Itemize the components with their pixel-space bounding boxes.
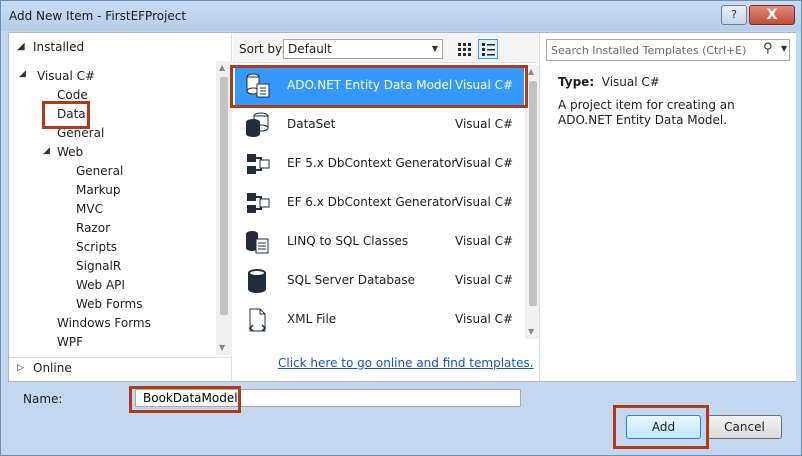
window-title: Add New Item - FirstEFProject [9,9,187,23]
add-new-item-dialog: Add New Item - FirstEFProject ? X ◢ Inst… [0,0,802,456]
template-list-pane: Sort by: Default ▼ ADO.NET Entity Data M… [233,33,541,381]
template-ef5-dbcontext-generator[interactable]: EF 5.x DbContext Generator Visual C# [235,144,524,183]
tree-item-razor[interactable]: Razor [76,219,110,238]
installed-label: Installed [33,40,85,54]
add-button[interactable]: Add [626,415,701,439]
dropdown-arrow-icon[interactable]: ▼ [781,44,787,53]
template-type: Visual C# [455,117,514,131]
tree-item-mvc[interactable]: MVC [76,200,103,219]
tree-item-code[interactable]: Code [57,86,88,105]
template-type: Visual C# [455,273,514,287]
template-name: XML File [287,312,337,326]
tree-item-wpf[interactable]: WPF [57,333,83,352]
entity-model-icon [246,73,270,98]
tree-item-web-api[interactable]: Web API [76,276,125,295]
close-button[interactable]: X [749,5,795,25]
title-bar: Add New Item - FirstEFProject ? X [1,1,801,31]
list-view-icon [482,43,495,56]
scrollbar-thumb[interactable] [529,81,537,306]
search-icon[interactable]: ⚲ [763,41,773,56]
tree-item-visual-csharp[interactable]: Visual C# [37,67,95,86]
sort-label: Sort by: [239,42,286,56]
template-type: Visual C# [455,234,514,248]
template-sql-server-database[interactable]: SQL Server Database Visual C# [235,261,524,300]
name-field[interactable] [135,389,521,407]
template-details-pane: ⚲ ▼ Type: Visual C# A project item for c… [539,33,796,381]
type-label: Type: [558,75,595,89]
search-box[interactable]: ⚲ ▼ [546,39,790,61]
template-ado-net-entity-data-model[interactable]: ADO.NET Entity Data Model Visual C# [235,66,524,105]
tree-item-scripts[interactable]: Scripts [76,238,117,257]
name-label: Name: [23,392,63,406]
tree-item-data[interactable]: Data [57,105,86,124]
template-name: LINQ to SQL Classes [287,234,409,248]
template-linq-to-sql-classes[interactable]: LINQ to SQL Classes Visual C# [235,222,524,261]
tree-item-web-forms[interactable]: Web Forms [76,295,142,314]
type-info: Type: Visual C# [558,75,660,89]
database-icon [248,269,266,293]
sort-dropdown[interactable]: Default ▼ [283,39,443,59]
template-type: Visual C# [455,156,514,170]
template-description: A project item for creating an ADO.NET E… [558,98,735,127]
template-name: SQL Server Database [287,273,415,287]
dataset-icon [246,112,269,137]
template-type: Visual C# [455,195,514,209]
template-name: EF 6.x DbContext Generator [287,195,457,209]
scroll-up-icon[interactable]: ▲ [528,67,534,76]
expand-arrow-icon[interactable]: ◢ [43,146,53,156]
type-value: Visual C# [601,75,660,89]
tree-item-windows-forms[interactable]: Windows Forms [57,314,151,333]
template-name: EF 5.x DbContext Generator [287,156,457,170]
template-dataset[interactable]: DataSet Visual C# [235,105,524,144]
tree-item-signalr[interactable]: SignalR [76,257,121,276]
list-view-button[interactable] [478,39,498,59]
cancel-button[interactable]: Cancel [707,415,782,439]
tree-item-web-general[interactable]: General [76,162,123,181]
sort-toolbar: Sort by: Default ▼ [233,33,538,63]
grid-view-icon [458,43,471,56]
linq-to-sql-icon [246,231,269,254]
sort-value: Default [288,42,332,56]
help-button[interactable]: ? [721,5,747,25]
dbcontext-generator-icon [247,154,270,174]
scrollbar-thumb[interactable] [220,77,228,315]
find-online-templates-link[interactable]: Click here to go online and find templat… [278,356,534,370]
scroll-down-icon[interactable]: ▼ [528,327,534,336]
name-row: Name: [1,383,801,413]
tree-item-markup[interactable]: Markup [76,181,120,200]
search-input[interactable] [551,42,751,58]
dropdown-arrow-icon: ▼ [431,44,438,53]
online-label: Online [33,361,72,375]
template-category-pane: ◢ Installed ◢ Visual C# Code Data Genera… [9,33,232,381]
collapse-arrow-icon: ◢ [17,41,25,52]
dbcontext-generator-icon [247,193,270,213]
online-section-header[interactable]: ▷ Online [9,357,232,379]
scroll-up-icon[interactable]: ▲ [219,63,225,72]
template-xml-file[interactable]: XML File Visual C# [235,300,524,339]
tree-item-general[interactable]: General [57,124,104,143]
template-name: DataSet [287,117,336,131]
dialog-body: ◢ Installed ◢ Visual C# Code Data Genera… [8,32,796,382]
template-type: Visual C# [455,312,514,326]
category-tree: ◢ Visual C# Code Data General ◢ Web Gene… [9,67,217,357]
expand-arrow-icon[interactable]: ◢ [19,69,29,79]
installed-section-header[interactable]: ◢ Installed [9,37,232,59]
scroll-down-icon[interactable]: ▼ [219,343,225,352]
expand-arrow-icon: ▷ [17,363,24,373]
category-scrollbar[interactable]: ▲ ▼ [216,61,232,355]
template-ef6-dbcontext-generator[interactable]: EF 6.x DbContext Generator Visual C# [235,183,524,222]
template-name: ADO.NET Entity Data Model [287,78,453,92]
tree-item-web[interactable]: Web [57,143,83,162]
xml-file-icon [248,308,267,332]
small-icons-view-button[interactable] [454,39,474,59]
template-list: ADO.NET Entity Data Model Visual C# Data… [233,65,525,339]
template-type: Visual C# [455,78,514,92]
